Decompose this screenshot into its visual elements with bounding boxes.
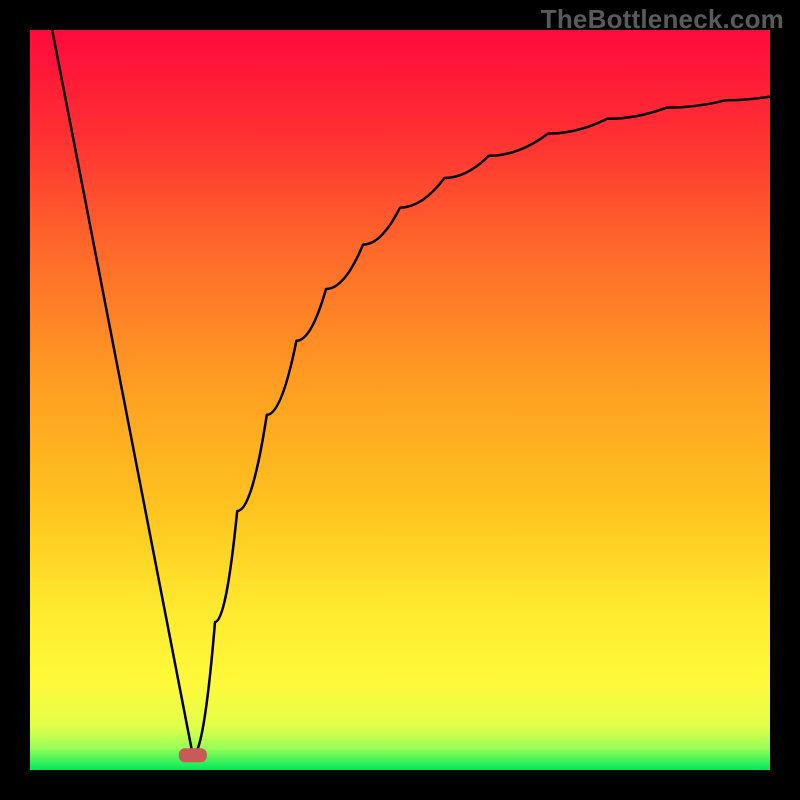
plot-area bbox=[30, 30, 770, 770]
gradient-background bbox=[30, 30, 770, 770]
minimum-marker bbox=[179, 748, 207, 762]
chart-svg bbox=[30, 30, 770, 770]
chart-container: TheBottleneck.com bbox=[0, 0, 800, 800]
